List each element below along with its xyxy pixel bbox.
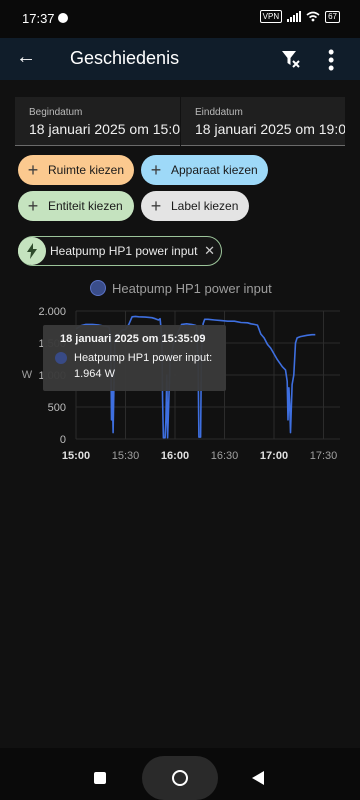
legend-swatch	[90, 280, 106, 296]
choose-entity-label: Entiteit kiezen	[48, 199, 123, 213]
choose-label-label: Label kiezen	[171, 199, 239, 213]
more-vert-icon[interactable]: • • •	[328, 43, 334, 77]
chart-legend[interactable]: Heatpump HP1 power input	[90, 280, 272, 296]
choose-device-chip[interactable]: + Apparaat kiezen	[141, 155, 268, 185]
choose-label-chip[interactable]: + Label kiezen	[141, 191, 249, 221]
selected-entity-label: Heatpump HP1 power input	[50, 244, 198, 258]
legend-label: Heatpump HP1 power input	[112, 280, 272, 296]
choose-room-chip[interactable]: + Ruimte kiezen	[18, 155, 134, 185]
plus-icon: +	[150, 159, 162, 180]
y-axis-label: W	[22, 369, 33, 381]
vpn-icon: VPN	[259, 10, 283, 23]
back-button[interactable]	[252, 771, 264, 785]
status-icons: VPN 67	[259, 10, 340, 23]
start-date-label: Begindatum	[29, 107, 83, 118]
filter-clear-icon[interactable]	[280, 48, 302, 70]
app-bar: ← Geschiedenis • • •	[0, 38, 360, 80]
chart-tooltip: 18 januari 2025 om 15:35:09 Heatpump HP1…	[43, 325, 226, 391]
status-time: 17:37	[22, 11, 55, 26]
x-tick-label: 17:00	[260, 450, 288, 462]
x-tick-label: 17:30	[310, 450, 338, 462]
plus-icon: +	[27, 159, 39, 180]
tooltip-series-label: Heatpump HP1 power input:	[74, 352, 213, 364]
tooltip-swatch	[55, 352, 67, 364]
battery-icon: 67	[325, 10, 340, 23]
dnd-icon	[58, 13, 68, 23]
x-tick-label: 15:30	[112, 450, 140, 462]
y-tick-label: 500	[48, 402, 66, 414]
tooltip-title: 18 januari 2025 om 15:35:09	[60, 333, 206, 345]
system-nav-bar	[0, 748, 360, 800]
home-icon	[172, 770, 188, 786]
x-tick-label: 15:00	[62, 450, 90, 462]
y-tick-label: 0	[60, 434, 66, 446]
start-date-value: 18 januari 2025 om 15:0	[29, 121, 180, 137]
start-date-field[interactable]: Begindatum 18 januari 2025 om 15:0	[15, 97, 180, 146]
x-tick-label: 16:30	[211, 450, 239, 462]
end-date-value: 18 januari 2025 om 19:0	[195, 121, 345, 137]
plus-icon: +	[27, 195, 39, 216]
choose-entity-chip[interactable]: + Entiteit kiezen	[18, 191, 134, 221]
status-bar: 17:37 VPN 67	[0, 0, 360, 38]
tooltip-value: 1.964 W	[74, 368, 115, 380]
signal-icon	[287, 11, 302, 22]
home-button[interactable]	[142, 756, 218, 800]
plus-icon: +	[150, 195, 162, 216]
lightning-icon	[18, 237, 46, 265]
end-date-field[interactable]: Einddatum 18 januari 2025 om 19:0	[181, 97, 345, 146]
selected-entity-chip[interactable]: Heatpump HP1 power input ✕	[18, 236, 222, 266]
wifi-icon	[306, 11, 320, 22]
remove-entity-icon[interactable]: ✕	[204, 243, 215, 259]
y-tick-label: 2.000	[38, 306, 66, 318]
back-arrow-icon[interactable]: ←	[16, 46, 36, 69]
x-tick-label: 16:00	[161, 450, 189, 462]
end-date-label: Einddatum	[195, 107, 243, 118]
recents-button[interactable]	[94, 772, 106, 784]
choose-room-label: Ruimte kiezen	[48, 163, 125, 177]
page-title: Geschiedenis	[70, 48, 180, 68]
choose-device-label: Apparaat kiezen	[171, 163, 258, 177]
